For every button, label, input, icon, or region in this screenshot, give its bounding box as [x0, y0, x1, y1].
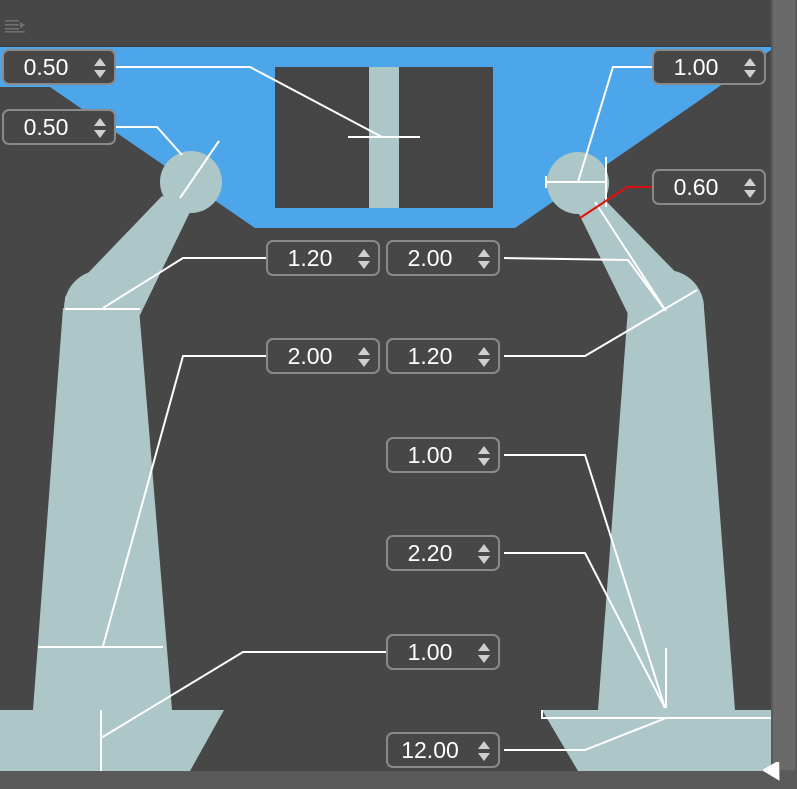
spin-arrows-icon[interactable]: [477, 740, 491, 762]
drawing-canvas[interactable]: 0.50 0.50 1.00 0.60 1.20 2.00 2.00 1.20 …: [0, 0, 797, 789]
toolbar: [0, 0, 771, 47]
spin-arrows-icon[interactable]: [357, 248, 371, 270]
spinbox-mid-right-b[interactable]: 1.20: [386, 338, 500, 374]
spinbox-value[interactable]: 12.00: [388, 734, 472, 766]
horizontal-scrollbar[interactable]: [0, 771, 771, 789]
right-foot: [542, 710, 771, 771]
spinbox-value[interactable]: 1.00: [654, 51, 738, 83]
spin-arrows-icon[interactable]: [477, 543, 491, 565]
left-foot: [0, 710, 224, 771]
spinbox-value[interactable]: 2.20: [388, 537, 472, 569]
vertical-scrollbar-thumb[interactable]: [773, 0, 795, 770]
spinbox-top-right-a[interactable]: 1.00: [652, 49, 766, 85]
spin-arrows-icon[interactable]: [477, 248, 491, 270]
spinbox-value[interactable]: 2.00: [268, 340, 352, 372]
spinbox-right-c[interactable]: 1.00: [386, 437, 500, 473]
spinbox-top-left-a[interactable]: 0.50: [2, 49, 116, 85]
spinbox-mid-right-a[interactable]: 2.00: [386, 240, 500, 276]
spinbox-bottom-center[interactable]: 1.00: [386, 634, 500, 670]
spin-arrows-icon[interactable]: [743, 177, 757, 199]
spinbox-top-left-b[interactable]: 0.50: [2, 109, 116, 145]
spinbox-value[interactable]: 1.20: [268, 242, 352, 274]
spin-arrows-icon[interactable]: [477, 346, 491, 368]
spinbox-right-d[interactable]: 2.20: [386, 535, 500, 571]
spin-arrows-icon[interactable]: [477, 445, 491, 467]
menu-lines-icon[interactable]: [5, 19, 25, 33]
spin-arrows-icon[interactable]: [93, 117, 107, 139]
spinbox-value[interactable]: 1.00: [388, 636, 472, 668]
spinbox-bottom-total[interactable]: 12.00: [386, 732, 500, 768]
spinbox-value[interactable]: 1.20: [388, 340, 472, 372]
spinbox-value[interactable]: 0.50: [4, 51, 88, 83]
spin-arrows-icon[interactable]: [743, 57, 757, 79]
spinbox-mid-left-b[interactable]: 2.00: [266, 338, 380, 374]
spinbox-top-right-b[interactable]: 0.60: [652, 169, 766, 205]
spinbox-value[interactable]: 0.60: [654, 171, 738, 203]
spinbox-value[interactable]: 1.00: [388, 439, 472, 471]
left-leg: [33, 308, 172, 710]
spin-arrows-icon[interactable]: [93, 57, 107, 79]
spin-arrows-icon[interactable]: [357, 346, 371, 368]
spin-arrows-icon[interactable]: [477, 642, 491, 664]
resize-grip-icon[interactable]: [763, 762, 787, 784]
spinbox-value[interactable]: 0.50: [4, 111, 88, 143]
spinbox-mid-left-a[interactable]: 1.20: [266, 240, 380, 276]
spinbox-value[interactable]: 2.00: [388, 242, 472, 274]
